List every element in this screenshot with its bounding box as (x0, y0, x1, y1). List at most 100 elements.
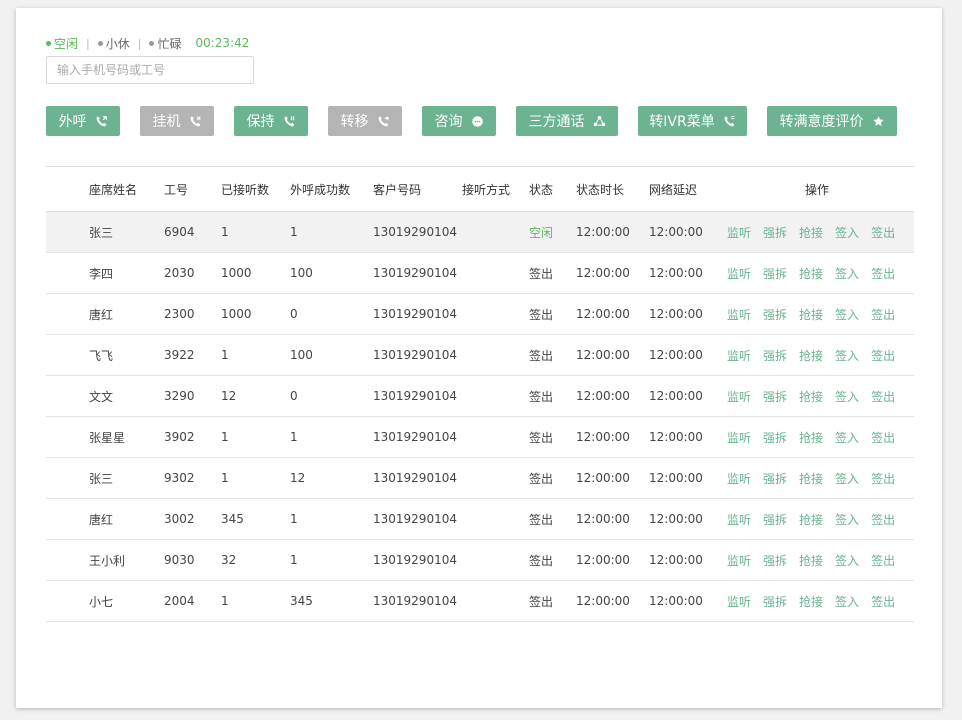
force-hangup-link[interactable]: 强拆 (763, 265, 787, 282)
ivr-icon (723, 115, 736, 128)
cell-name: 李四 (89, 266, 114, 281)
intercept-link[interactable]: 抢接 (799, 552, 823, 569)
sign-out-link[interactable]: 签出 (871, 388, 895, 405)
cell-customer: 13019290104 (373, 225, 457, 239)
force-hangup-link[interactable]: 强拆 (763, 224, 787, 241)
intercept-link[interactable]: 抢接 (799, 388, 823, 405)
cell-duration: 12:00:00 (576, 553, 630, 567)
sign-out-link[interactable]: 签出 (871, 429, 895, 446)
monitor-link[interactable]: 监听 (727, 265, 751, 282)
monitor-link[interactable]: 监听 (727, 552, 751, 569)
monitor-link[interactable]: 监听 (727, 511, 751, 528)
monitor-link[interactable]: 监听 (727, 347, 751, 364)
hangup-button[interactable]: 挂机 (140, 106, 214, 136)
sign-out-link[interactable]: 签出 (871, 265, 895, 282)
status-idle[interactable]: 空闲 (46, 35, 78, 52)
monitor-link[interactable]: 监听 (727, 429, 751, 446)
cell-state: 签出 (529, 594, 554, 609)
monitor-link[interactable]: 监听 (727, 224, 751, 241)
table-header: 座席姓名 工号 已接听数 外呼成功数 客户号码 接听方式 状态 状态时长 网络延… (46, 166, 914, 212)
force-hangup-link[interactable]: 强拆 (763, 306, 787, 323)
intercept-link[interactable]: 抢接 (799, 347, 823, 364)
header-latency: 网络延迟 (649, 182, 698, 197)
force-hangup-link[interactable]: 强拆 (763, 552, 787, 569)
sign-in-link[interactable]: 签入 (835, 552, 859, 569)
sign-out-link[interactable]: 签出 (871, 306, 895, 323)
header-ops: 操作 (805, 182, 830, 197)
sign-in-link[interactable]: 签入 (835, 388, 859, 405)
row-actions: 监听 强拆 抢接 签入 签出 (727, 212, 895, 252)
monitor-link[interactable]: 监听 (727, 470, 751, 487)
intercept-link[interactable]: 抢接 (799, 511, 823, 528)
sign-out-link[interactable]: 签出 (871, 347, 895, 364)
intercept-link[interactable]: 抢接 (799, 593, 823, 610)
divider: | (86, 36, 90, 50)
cell-outbound: 12 (290, 471, 306, 485)
sign-in-link[interactable]: 签入 (835, 511, 859, 528)
header-mode: 接听方式 (462, 182, 511, 197)
cell-name: 张三 (89, 225, 114, 240)
transfer-label: 转移 (340, 114, 369, 130)
intercept-link[interactable]: 抢接 (799, 265, 823, 282)
sign-out-link[interactable]: 签出 (871, 511, 895, 528)
hangup-icon (189, 115, 202, 128)
monitor-link[interactable]: 监听 (727, 306, 751, 323)
status-busy-label: 忙碌 (157, 36, 182, 51)
cell-duration: 12:00:00 (576, 471, 630, 485)
cell-answered: 1000 (221, 266, 252, 280)
cell-answered: 1 (221, 225, 229, 239)
agent-table: 座席姓名 工号 已接听数 外呼成功数 客户号码 接听方式 状态 状态时长 网络延… (46, 166, 914, 622)
header-duration: 状态时长 (576, 182, 625, 197)
intercept-link[interactable]: 抢接 (799, 224, 823, 241)
force-hangup-link[interactable]: 强拆 (763, 593, 787, 610)
satisfaction-rating-button[interactable]: 转满意度评价 (767, 106, 897, 136)
sign-in-link[interactable]: 签入 (835, 593, 859, 610)
cell-latency: 12:00:00 (649, 389, 703, 403)
status-break[interactable]: 小休 (97, 35, 130, 52)
header-name: 座席姓名 (89, 182, 138, 197)
cell-latency: 12:00:00 (649, 225, 703, 239)
sign-in-link[interactable]: 签入 (835, 265, 859, 282)
cell-name: 飞飞 (89, 348, 114, 363)
monitor-link[interactable]: 监听 (727, 593, 751, 610)
sign-in-link[interactable]: 签入 (835, 306, 859, 323)
table-body: 张三 6904 1 1 13019290104 空闲 12:00:00 12:00:00 监听强… (46, 212, 914, 622)
sign-out-link[interactable]: 签出 (871, 470, 895, 487)
intercept-link[interactable]: 抢接 (799, 429, 823, 446)
sign-in-link[interactable]: 签入 (835, 347, 859, 364)
outbound-call-button[interactable]: 外呼 (46, 106, 120, 136)
sign-in-link[interactable]: 签入 (835, 470, 859, 487)
force-hangup-link[interactable]: 强拆 (763, 388, 787, 405)
sign-in-link[interactable]: 签入 (835, 224, 859, 241)
transfer-button[interactable]: 转移 (328, 106, 402, 136)
table-row: 飞飞 3922 1 100 13019290104 签出 12:00:00 12:00:00 监… (46, 335, 914, 376)
cell-state: 签出 (529, 512, 554, 527)
sign-out-link[interactable]: 签出 (871, 224, 895, 241)
monitor-link[interactable]: 监听 (727, 388, 751, 405)
force-hangup-link[interactable]: 强拆 (763, 511, 787, 528)
force-hangup-link[interactable]: 强拆 (763, 470, 787, 487)
ivr-menu-button[interactable]: 转IVR菜单 (638, 106, 747, 136)
intercept-link[interactable]: 抢接 (799, 470, 823, 487)
row-actions: 监听 强拆 抢接 签入 签出 (727, 294, 895, 334)
force-hangup-link[interactable]: 强拆 (763, 429, 787, 446)
hold-button[interactable]: 保持 (234, 106, 308, 136)
cell-name: 小七 (89, 594, 114, 609)
sign-out-link[interactable]: 签出 (871, 552, 895, 569)
sign-out-link[interactable]: 签出 (871, 593, 895, 610)
cell-duration: 12:00:00 (576, 225, 630, 239)
search-input[interactable] (46, 56, 254, 84)
force-hangup-link[interactable]: 强拆 (763, 347, 787, 364)
three-way-call-button[interactable]: 三方通话 (516, 106, 618, 136)
sign-in-link[interactable]: 签入 (835, 429, 859, 446)
cell-outbound: 345 (290, 594, 313, 608)
consult-button[interactable]: 咨询 (422, 106, 496, 136)
intercept-link[interactable]: 抢接 (799, 306, 823, 323)
cell-name: 张三 (89, 471, 114, 486)
table-row: 唐红 3002 345 1 13019290104 签出 12:00:00 12:00:00 监… (46, 499, 914, 540)
cell-name: 文文 (89, 389, 114, 404)
consult-label: 咨询 (434, 114, 463, 130)
status-busy[interactable]: 忙碌 (149, 35, 181, 52)
table-row: 王小利 9030 32 1 13019290104 签出 12:00:00 12:00:00 监… (46, 540, 914, 581)
hold-label: 保持 (246, 114, 275, 130)
